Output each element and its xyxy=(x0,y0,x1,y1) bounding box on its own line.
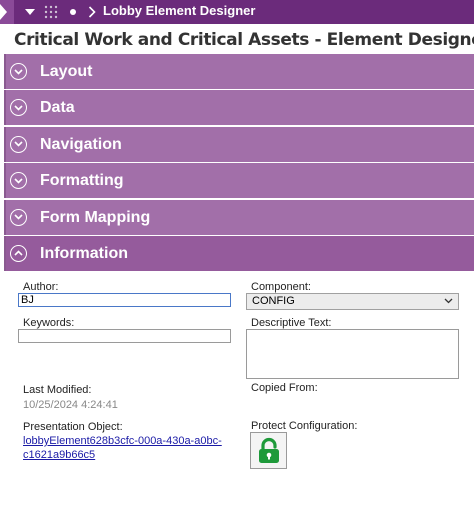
chevron-down-icon xyxy=(10,135,27,153)
section-label: Layout xyxy=(40,63,93,80)
caret-down-icon[interactable] xyxy=(22,0,38,24)
descriptive-text-input[interactable] xyxy=(246,329,459,379)
component-selected-value: CONFIG xyxy=(252,295,295,307)
section-information[interactable]: Information xyxy=(4,235,474,271)
section-label: Information xyxy=(40,244,128,262)
top-bar: Lobby Element Designer xyxy=(0,0,474,24)
keywords-label: Keywords: xyxy=(23,317,75,329)
section-accordion: Layout Data Navigation Formatting Form M… xyxy=(4,54,474,272)
chevron-down-icon xyxy=(10,99,27,117)
top-bar-edge xyxy=(0,0,14,24)
section-label: Form Mapping xyxy=(40,208,151,226)
component-select[interactable]: CONFIG xyxy=(246,293,459,310)
presentation-object-label: Presentation Object: xyxy=(23,421,123,433)
section-label: Data xyxy=(40,99,75,117)
component-label: Component: xyxy=(251,281,311,293)
section-form-mapping[interactable]: Form Mapping xyxy=(4,199,474,235)
section-label: Formatting xyxy=(40,172,124,190)
author-input[interactable] xyxy=(18,293,231,307)
grid-icon[interactable] xyxy=(43,0,59,24)
app-title: Lobby Element Designer xyxy=(103,3,256,18)
author-label: Author: xyxy=(23,281,59,293)
section-navigation[interactable]: Navigation xyxy=(4,126,474,162)
protect-configuration-button[interactable] xyxy=(250,432,287,469)
keywords-input[interactable] xyxy=(18,329,231,343)
copied-from-label: Copied From: xyxy=(251,382,318,394)
section-formatting[interactable]: Formatting xyxy=(4,163,474,199)
chevron-down-icon xyxy=(10,172,27,190)
protect-configuration-label: Protect Configuration: xyxy=(251,420,358,432)
page-title: Critical Work and Critical Assets - Elem… xyxy=(14,30,474,50)
chevron-up-icon xyxy=(10,244,27,262)
section-label: Navigation xyxy=(40,135,122,153)
dot-icon[interactable] xyxy=(66,0,80,24)
last-modified-value: 10/25/2024 4:24:41 xyxy=(23,399,118,411)
presentation-object-link[interactable]: lobbyElement628b3cfc-000a-430a-a0bc-c162… xyxy=(23,434,223,462)
chevron-down-icon xyxy=(10,63,27,80)
section-layout[interactable]: Layout xyxy=(4,54,474,89)
chevron-right-icon xyxy=(85,0,99,24)
unlock-icon xyxy=(258,437,279,463)
chevron-down-icon xyxy=(444,296,453,308)
descriptive-text-label: Descriptive Text: xyxy=(251,317,332,329)
last-modified-label: Last Modified: xyxy=(23,384,92,396)
chevron-down-icon xyxy=(10,208,27,226)
section-data[interactable]: Data xyxy=(4,90,474,126)
